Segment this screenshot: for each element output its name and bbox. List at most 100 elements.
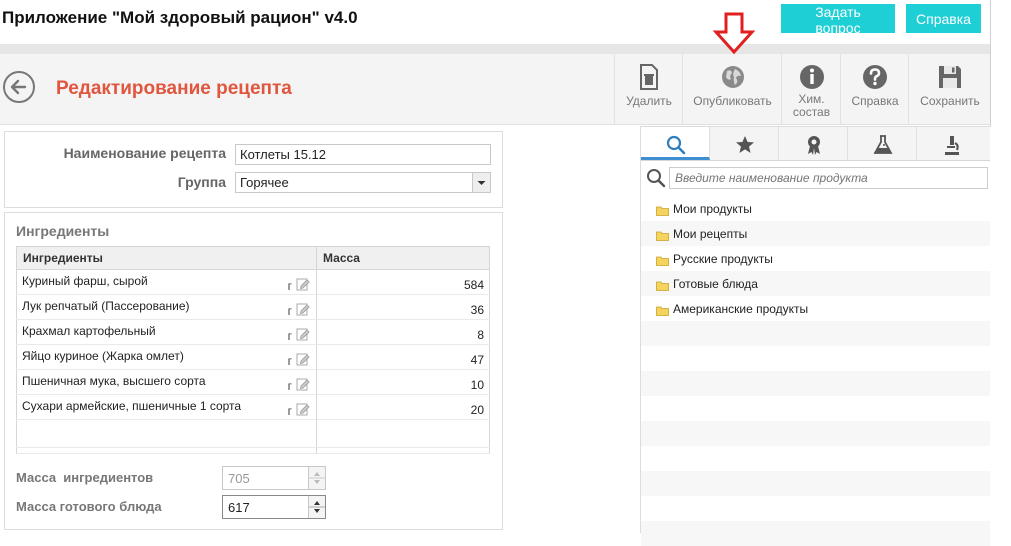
folder-icon: [656, 253, 669, 266]
tab-microscope[interactable]: [917, 127, 990, 160]
folder-label: Американские продукты: [673, 302, 809, 316]
unit-label: г: [287, 379, 292, 393]
group-select-value: Горячее: [240, 175, 289, 190]
list-row-empty: [641, 321, 990, 346]
ingredient-mass[interactable]: 20: [316, 394, 490, 420]
empty-cell: [16, 419, 317, 448]
ingredient-name: Куриный фарш, сырой: [22, 274, 148, 288]
folder-item[interactable]: Американские продукты: [641, 296, 990, 321]
ingredient-name-cell[interactable]: Сухари армейские, пшеничные 1 сорта г: [16, 394, 317, 420]
unit-label: г: [287, 329, 292, 343]
edit-icon[interactable]: [296, 352, 310, 366]
column-header-ingredients[interactable]: Ингредиенты: [16, 246, 317, 270]
ingredient-mass[interactable]: 584: [316, 269, 490, 295]
help-top-button[interactable]: Справка: [906, 4, 981, 33]
ingredient-mass[interactable]: 10: [316, 369, 490, 395]
list-row-empty: [641, 421, 990, 446]
tab-awards[interactable]: [779, 127, 848, 160]
folder-item[interactable]: Русские продукты: [641, 246, 990, 271]
chem-label-2: состав: [792, 105, 831, 119]
info-icon: [799, 65, 824, 89]
star-icon: [736, 136, 754, 153]
list-row-empty: [641, 371, 990, 396]
list-row-empty: [641, 471, 990, 496]
group-select[interactable]: Горячее: [235, 172, 491, 193]
app-title: Приложение "Мой здоровый рацион" v4.0: [2, 8, 358, 27]
spinner-arrows-icon: [308, 467, 325, 489]
unit-label: г: [287, 354, 292, 368]
unit-label: г: [287, 304, 292, 318]
table-row[interactable]: Пшеничная мука, высшего сорта г 10: [16, 369, 490, 395]
back-button[interactable]: [3, 71, 35, 103]
recipe-form-panel: Наименование рецепта Группа Горячее: [4, 131, 503, 208]
document-delete-icon: [640, 64, 658, 90]
dish-mass-value: 617: [228, 500, 250, 515]
ask-question-button[interactable]: Задать вопрос: [781, 4, 895, 36]
ingredient-mass[interactable]: 8: [316, 319, 490, 345]
tab-favorites[interactable]: [710, 127, 779, 160]
help-toolbar-button[interactable]: Справка: [840, 54, 909, 124]
toolbar: Редактирование рецепта Удалить Опубликов…: [0, 54, 990, 125]
save-label: Сохранить: [920, 94, 980, 108]
folder-label: Мои рецепты: [673, 227, 748, 241]
chem-composition-button[interactable]: Хим. состав: [781, 54, 841, 124]
product-search-input[interactable]: [669, 167, 988, 189]
dish-mass-field[interactable]: 617: [222, 495, 326, 519]
table-row[interactable]: Сухари армейские, пшеничные 1 сорта г 20: [16, 394, 490, 420]
publish-button[interactable]: Опубликовать: [682, 54, 782, 124]
list-row-empty: [641, 521, 990, 546]
edit-icon[interactable]: [296, 402, 310, 416]
red-arrow-icon: [712, 12, 756, 55]
save-button[interactable]: Сохранить: [908, 54, 991, 124]
folder-icon: [656, 203, 669, 216]
list-row-empty: [641, 346, 990, 371]
list-row-empty: [641, 446, 990, 471]
edit-icon[interactable]: [296, 377, 310, 391]
edit-icon[interactable]: [296, 327, 310, 341]
folder-item[interactable]: Мои продукты: [641, 196, 990, 221]
folder-label: Мои продукты: [673, 202, 752, 216]
table-row[interactable]: Куриный фарш, сырой г 584: [16, 269, 490, 295]
ingredient-name-cell[interactable]: Пшеничная мука, высшего сорта г: [16, 369, 317, 395]
tab-chemistry[interactable]: [848, 127, 917, 160]
ingredients-mass-field: 705: [222, 466, 326, 490]
edit-icon[interactable]: [296, 277, 310, 291]
delete-label: Удалить: [626, 94, 672, 108]
dish-mass-label: Масса готового блюда: [16, 499, 162, 514]
folder-item[interactable]: Мои рецепты: [641, 221, 990, 246]
chevron-down-icon[interactable]: [472, 173, 490, 192]
ingredient-name-cell[interactable]: Яйцо куриное (Жарка омлет) г: [16, 344, 317, 370]
edit-icon[interactable]: [296, 302, 310, 316]
ingredient-name-cell[interactable]: Куриный фарш, сырой г: [16, 269, 317, 295]
ingredient-mass[interactable]: 47: [316, 344, 490, 370]
recipe-name-input[interactable]: [235, 144, 491, 165]
search-icon: [666, 135, 686, 155]
ingredient-name: Яйцо куриное (Жарка омлет): [22, 349, 184, 363]
empty-cell: [16, 447, 317, 454]
help-toolbar-label: Справка: [851, 94, 899, 108]
column-header-mass[interactable]: Масса: [316, 246, 490, 270]
ingredient-mass[interactable]: 36: [316, 294, 490, 320]
ingredient-name-cell[interactable]: Лук репчатый (Пассерование) г: [16, 294, 317, 320]
folder-item[interactable]: Готовые блюда: [641, 271, 990, 296]
group-label: Группа: [177, 174, 226, 190]
flask-icon: [873, 135, 893, 154]
page-title: Редактирование рецепта: [56, 78, 292, 99]
table-row-empty: [16, 447, 490, 454]
publish-label: Опубликовать: [693, 94, 772, 108]
ingredient-name-cell[interactable]: Крахмал картофельный г: [16, 319, 317, 345]
product-tabs: [641, 127, 990, 161]
table-row[interactable]: Крахмал картофельный г 8: [16, 319, 490, 345]
table-row[interactable]: Яйцо куриное (Жарка омлет) г 47: [16, 344, 490, 370]
folder-label: Готовые блюда: [673, 277, 758, 291]
table-row[interactable]: Лук репчатый (Пассерование) г 36: [16, 294, 490, 320]
folder-icon: [656, 278, 669, 291]
ingredients-mass-value: 705: [228, 471, 250, 486]
product-search: [641, 165, 990, 193]
delete-button[interactable]: Удалить: [614, 54, 683, 124]
list-row-empty: [641, 496, 990, 521]
arrow-left-icon: [10, 79, 27, 95]
spinner-arrows-icon[interactable]: [308, 496, 325, 518]
ingredients-title: Ингредиенты: [16, 223, 110, 239]
tab-search[interactable]: [641, 127, 710, 160]
